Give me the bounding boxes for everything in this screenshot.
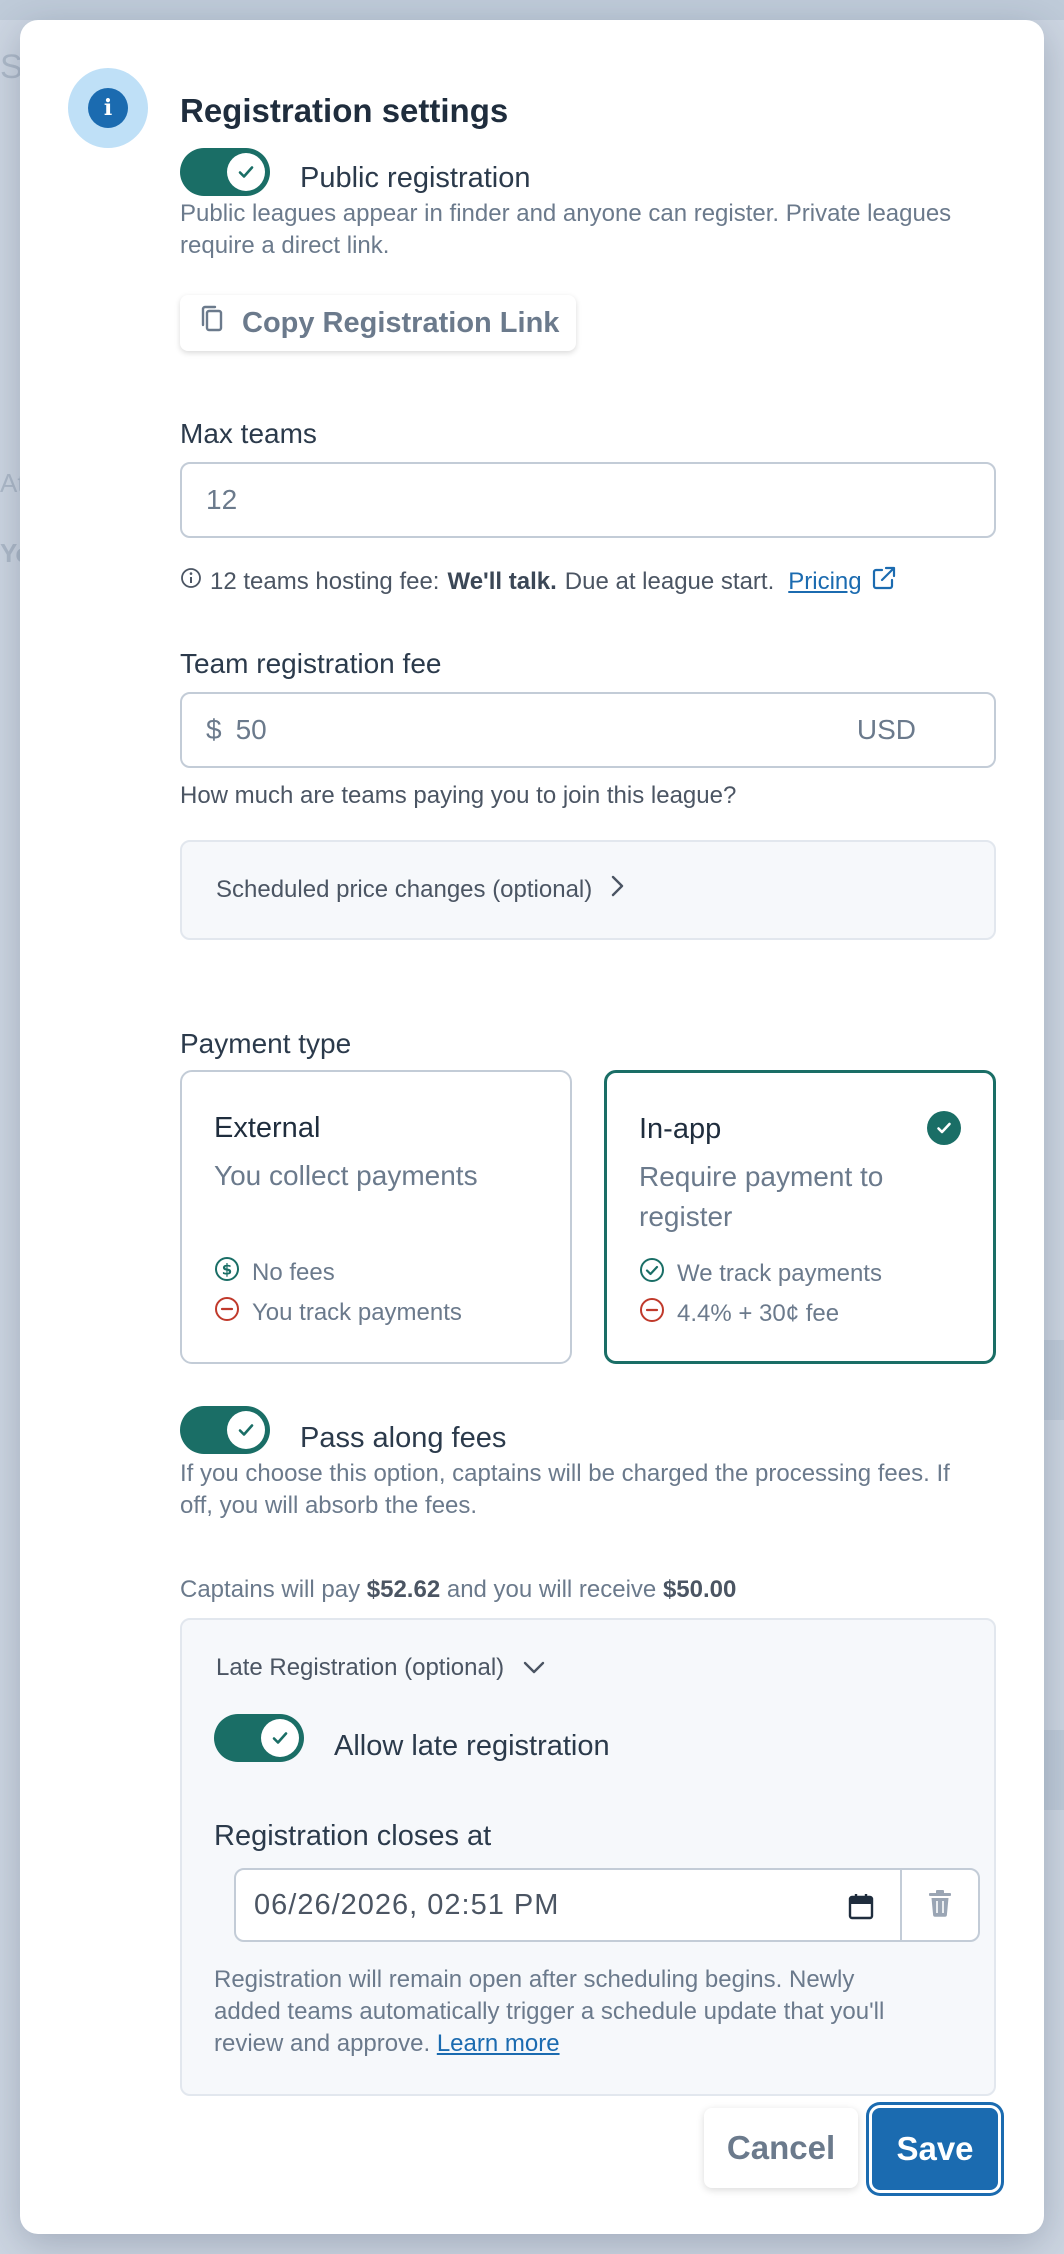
cancel-button[interactable]: Cancel bbox=[704, 2108, 858, 2188]
check-icon bbox=[227, 1411, 265, 1449]
team-fee-help: How much are teams paying you to join th… bbox=[180, 782, 737, 809]
bg-band bbox=[1044, 1340, 1064, 1420]
info-badge: i bbox=[68, 68, 148, 148]
pass-along-fees-help: If you choose this option, captains will… bbox=[180, 1460, 950, 1519]
pricing-link[interactable]: Pricing bbox=[788, 568, 861, 596]
max-teams-label: Max teams bbox=[180, 418, 317, 449]
chevron-down-icon bbox=[522, 1654, 546, 1682]
scheduled-price-changes-toggle[interactable]: Scheduled price changes (optional) bbox=[180, 840, 996, 940]
check-circle-icon bbox=[639, 1257, 665, 1290]
public-registration-label: Public registration bbox=[300, 162, 531, 194]
fee-summary: Captains will pay $52.62 and you will re… bbox=[180, 1576, 737, 1603]
bg-band bbox=[1044, 1730, 1064, 1810]
registration-closes-label: Registration closes at bbox=[214, 1820, 492, 1852]
dollar-circle-icon: $ bbox=[214, 1256, 240, 1289]
payment-feature: You track payments bbox=[214, 1296, 462, 1329]
bg-top-bar bbox=[0, 0, 1064, 20]
hosting-fee-note: 12 teams hosting fee: We'll talk. Due at… bbox=[180, 564, 898, 599]
payment-option-title: In-app bbox=[639, 1113, 722, 1145]
clear-date-button[interactable] bbox=[900, 1868, 980, 1942]
payment-feature: We track payments bbox=[639, 1257, 882, 1290]
pass-along-fees-label: Pass along fees bbox=[300, 1422, 507, 1454]
payment-option-in-app[interactable]: In-app Require payment to register We tr… bbox=[604, 1070, 996, 1364]
chevron-right-icon bbox=[610, 874, 626, 905]
copy-registration-link-button[interactable]: Copy Registration Link bbox=[180, 295, 576, 351]
payment-option-external[interactable]: External You collect payments $ No fees … bbox=[180, 1070, 572, 1364]
minus-circle-icon bbox=[214, 1296, 240, 1329]
payment-type-label: Payment type bbox=[180, 1028, 352, 1059]
payment-option-subtitle: Require payment to register bbox=[639, 1161, 884, 1232]
copy-icon bbox=[198, 304, 226, 342]
svg-text:$: $ bbox=[222, 1261, 232, 1279]
receive-amount: $50.00 bbox=[662, 1576, 737, 1603]
check-icon bbox=[227, 153, 265, 191]
public-registration-help: Public leagues appear in finder and anyo… bbox=[180, 200, 952, 259]
hosting-fee-suffix: Due at league start. bbox=[564, 567, 775, 595]
late-registration-title: Late Registration (optional) bbox=[216, 1654, 505, 1681]
registration-closes-value: 06/26/2026, 02:51 PM bbox=[254, 1888, 560, 1921]
copy-link-label: Copy Registration Link bbox=[242, 306, 560, 339]
team-fee-input[interactable]: $ 50 USD bbox=[180, 692, 996, 768]
allow-late-registration-label: Allow late registration bbox=[334, 1730, 610, 1762]
registration-closes-input[interactable]: 06/26/2026, 02:51 PM bbox=[234, 1868, 902, 1942]
team-fee-label: Team registration fee bbox=[180, 648, 442, 679]
scheduled-price-changes-label: Scheduled price changes (optional) bbox=[216, 875, 593, 903]
late-registration-header[interactable]: Late Registration (optional) bbox=[216, 1654, 546, 1682]
info-icon: i bbox=[88, 88, 128, 128]
payment-feature: 4.4% + 30¢ fee bbox=[639, 1297, 839, 1330]
registration-settings-dialog: i Registration settings Public registrat… bbox=[20, 20, 1044, 2234]
max-teams-value: 12 bbox=[206, 484, 238, 515]
late-registration-help: Registration will remain open after sche… bbox=[214, 1966, 885, 2057]
public-registration-toggle[interactable] bbox=[180, 148, 270, 196]
payment-option-title: External bbox=[214, 1112, 321, 1144]
check-icon bbox=[261, 1719, 299, 1757]
currency-symbol: $ bbox=[206, 714, 222, 745]
calendar-icon[interactable] bbox=[848, 1892, 874, 1928]
trash-icon bbox=[927, 1888, 953, 1923]
external-link-icon[interactable] bbox=[870, 564, 898, 599]
max-teams-input[interactable]: 12 bbox=[180, 462, 996, 538]
captain-amount: $52.62 bbox=[366, 1576, 441, 1603]
dialog-title: Registration settings bbox=[180, 92, 509, 129]
allow-late-registration-toggle[interactable] bbox=[214, 1714, 304, 1762]
payment-feature: $ No fees bbox=[214, 1256, 335, 1289]
payment-option-subtitle: You collect payments bbox=[214, 1160, 478, 1191]
hosting-fee-prefix: 12 teams hosting fee: bbox=[210, 567, 440, 595]
learn-more-link[interactable]: Learn more bbox=[437, 2030, 560, 2057]
hosting-fee-amount: We'll talk. bbox=[447, 567, 557, 595]
save-button[interactable]: Save bbox=[872, 2108, 998, 2190]
selected-check-icon bbox=[927, 1111, 961, 1145]
info-circle-icon bbox=[180, 567, 202, 596]
minus-circle-icon bbox=[639, 1297, 665, 1330]
currency-code: USD bbox=[856, 714, 916, 745]
pass-along-fees-toggle[interactable] bbox=[180, 1406, 270, 1454]
team-fee-value: 50 bbox=[235, 714, 267, 745]
